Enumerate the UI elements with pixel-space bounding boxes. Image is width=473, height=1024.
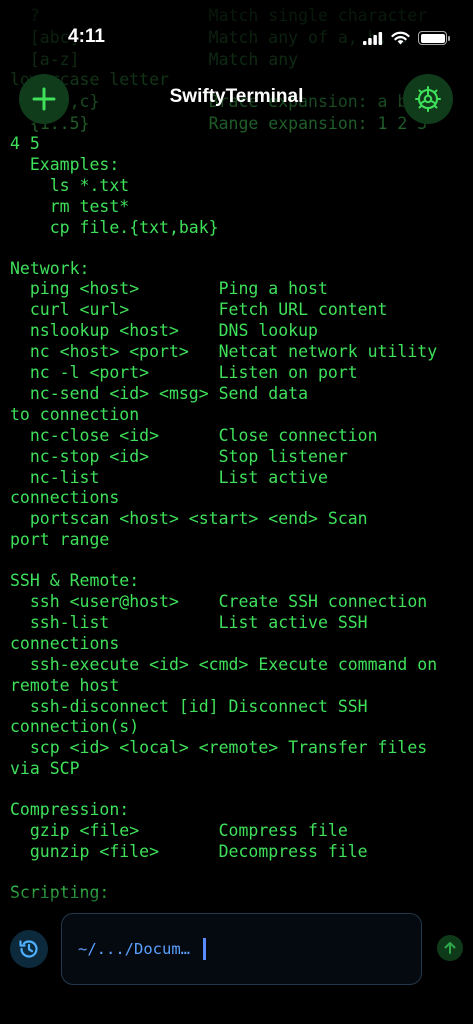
terminal-line: nc-stop <id> Stop listener (10, 446, 348, 466)
terminal-line: nc-close <id> Close connection (10, 425, 378, 445)
terminal-line: to connection (10, 404, 140, 424)
terminal-line: nslookup <host> DNS lookup (10, 321, 318, 341)
terminal-line: connection(s) (10, 717, 140, 737)
command-input[interactable]: ~/.../Docum… (61, 913, 422, 985)
terminal-line: nc-list List active (10, 467, 328, 487)
terminal-line: ssh-disconnect [id] Disconnect SSH (10, 696, 368, 716)
terminal-line: scp <id> <local> <remote> Transfer files (10, 738, 428, 758)
prompt-path: ~/.../Docum… (78, 940, 190, 958)
terminal-line: Network: (10, 258, 90, 278)
terminal-line: ping <host> Ping a host (10, 279, 328, 299)
terminal-line: ssh <user@host> Create SSH connection (10, 592, 428, 611)
terminal-line: gunzip <file> Decompress file (10, 841, 368, 861)
wifi-icon (391, 31, 410, 45)
terminal-line: connections (10, 633, 120, 653)
status-time: 4:11 (68, 26, 105, 47)
battery-icon (418, 31, 450, 45)
terminal-line: ls *.txt (10, 175, 130, 195)
status-bar: 4:11 (0, 0, 473, 60)
terminal-line: connections (10, 488, 120, 508)
command-bar: ~/.../Docum… (0, 910, 473, 1024)
terminal-line: Scripting: (10, 882, 110, 902)
terminal-line: remote host (10, 675, 120, 695)
terminal-line: SSH & Remote: (10, 571, 140, 591)
terminal-line: Compression: (10, 800, 130, 820)
terminal-line: via SCP (10, 759, 80, 779)
terminal-line: portscan <host> <start> <end> Scan (10, 509, 368, 529)
terminal-line: port range (10, 530, 110, 550)
history-icon (19, 940, 38, 958)
settings-button[interactable] (403, 74, 453, 124)
terminal-line: gzip <file> Compress file (10, 821, 348, 840)
add-button[interactable] (19, 74, 69, 124)
terminal-line: rm test* (10, 196, 130, 216)
send-button[interactable] (437, 935, 463, 961)
arrow-up-icon (444, 942, 456, 954)
terminal-line: Examples: (10, 154, 120, 174)
terminal-line: ssh-list List active SSH (10, 612, 368, 632)
terminal-line: 4 5 (10, 134, 40, 153)
terminal-line: nc <host> <port> Netcat network utility (10, 342, 438, 362)
terminal-line: nc -l <port> Listen on port (10, 363, 358, 382)
status-icons (363, 28, 450, 48)
terminal-background-line: {1..5} Range expansion: 1 2 3 (10, 114, 428, 133)
plus-icon (32, 87, 56, 111)
terminal-output[interactable]: ? Match single character [abc] Match any… (0, 0, 473, 910)
gear-icon (415, 86, 441, 112)
terminal-line: curl <url> Fetch URL content (10, 300, 388, 320)
terminal-line: ssh-execute <id> <cmd> Execute command o… (10, 654, 438, 674)
signal-icon (363, 31, 383, 45)
terminal-line: nc-send <id> <msg> Send data (10, 383, 309, 403)
terminal-line: cp file.{txt,bak} (10, 217, 219, 237)
text-cursor (203, 938, 206, 960)
history-button[interactable] (10, 930, 48, 968)
